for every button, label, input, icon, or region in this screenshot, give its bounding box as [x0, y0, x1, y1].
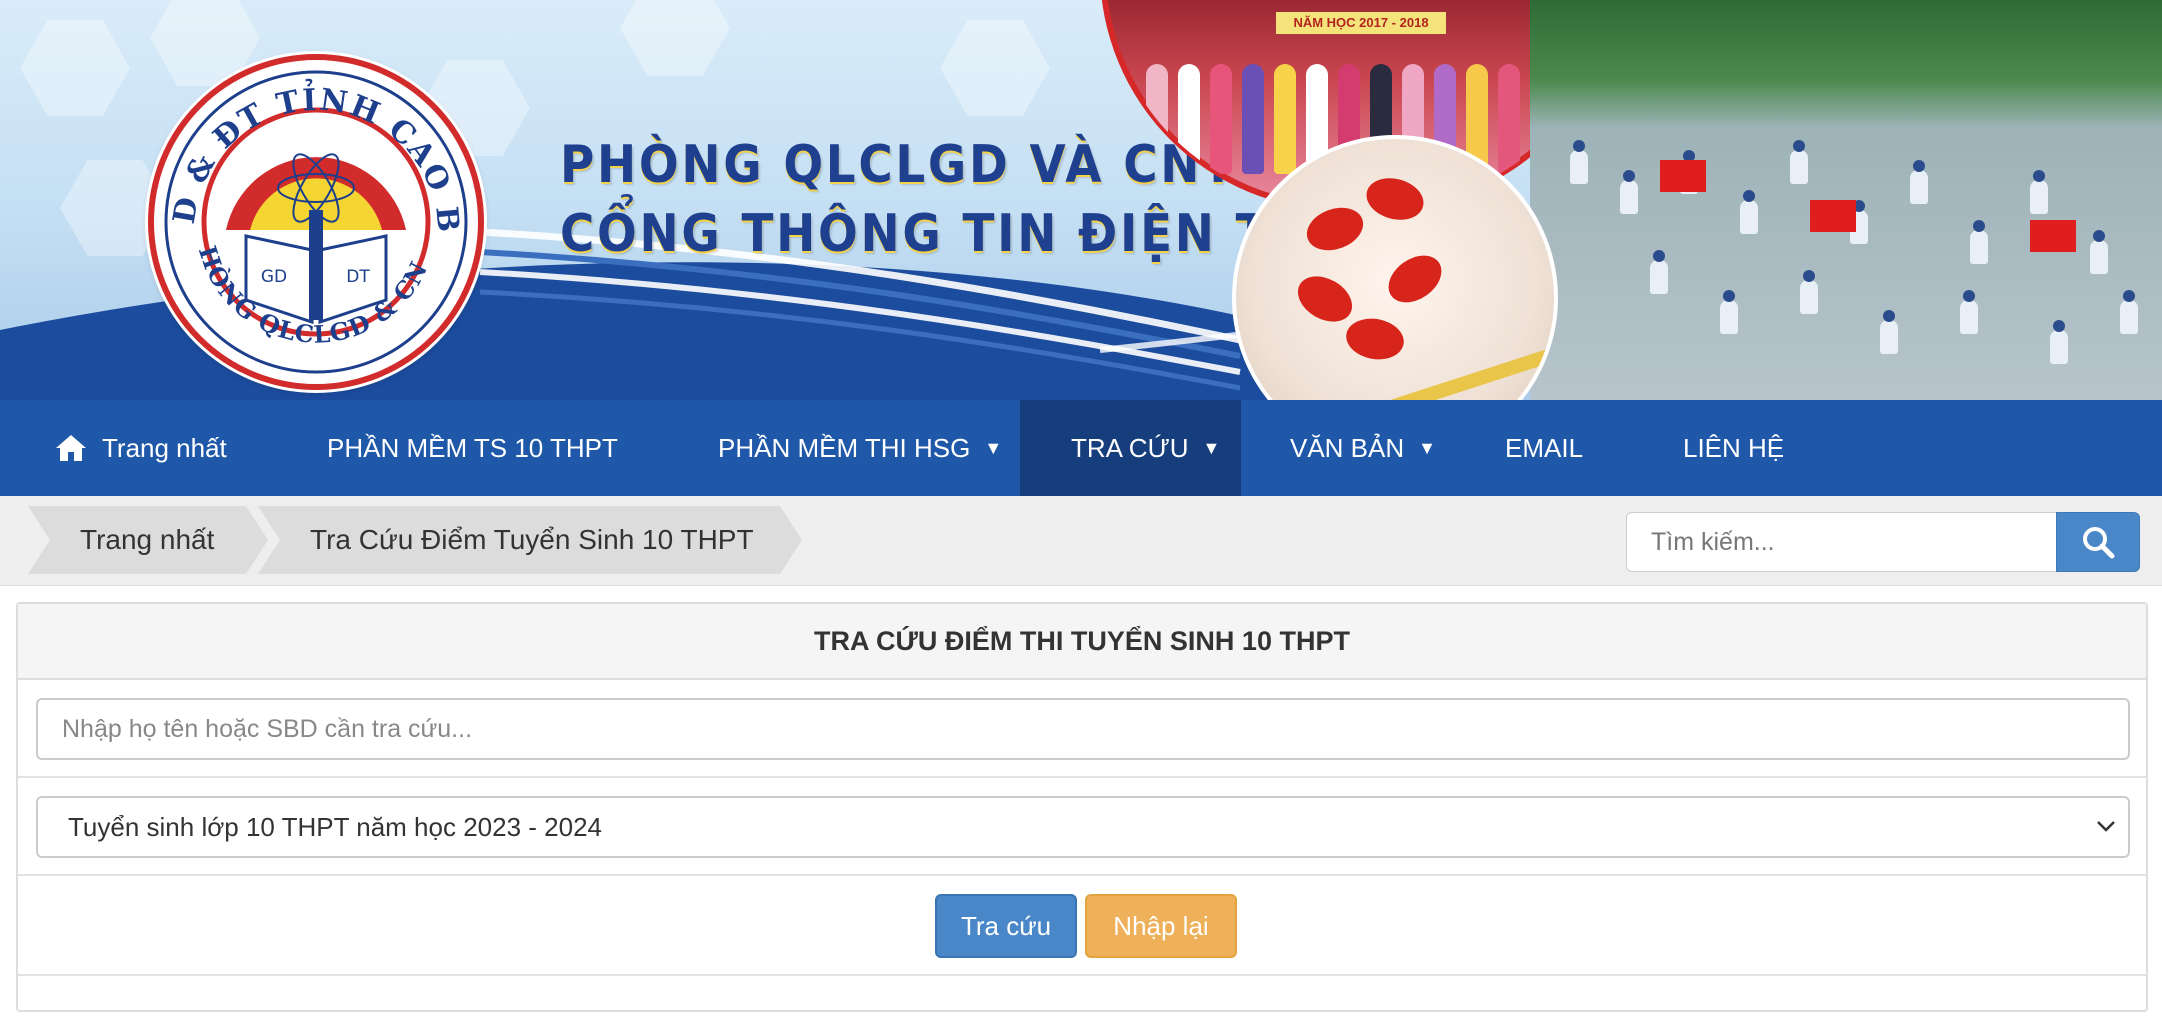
- lookup-submit-button[interactable]: Tra cứu: [935, 894, 1077, 958]
- nav-item-email[interactable]: EMAIL: [1505, 400, 1583, 496]
- nav-item-documents[interactable]: VĂN BẢN ▼: [1290, 400, 1436, 496]
- students-photo: [1530, 0, 2162, 400]
- score-lookup-panel: TRA CỨU ĐIỂM THI TUYỂN SINH 10 THPT Tuyể…: [16, 602, 2148, 1012]
- person-figure: [1274, 64, 1296, 174]
- svg-text:GD: GD: [261, 267, 287, 287]
- nav-item-label: EMAIL: [1505, 432, 1584, 463]
- breadcrumb-bar: Trang nhất Tra Cứu Điểm Tuyển Sinh 10 TH…: [0, 496, 2162, 586]
- name-or-sbd-input[interactable]: [36, 698, 2130, 760]
- caret-down-icon: ▼: [1202, 437, 1221, 458]
- person-figure: [1242, 64, 1264, 174]
- student-figure: [2030, 170, 2048, 214]
- nav-item-label: TRA CỨU: [1071, 432, 1189, 463]
- breadcrumb-item-current[interactable]: Tra Cứu Điểm Tuyển Sinh 10 THPT: [258, 506, 802, 574]
- breadcrumb-item-home[interactable]: Trang nhất: [28, 506, 268, 574]
- form-divider: [18, 974, 2146, 976]
- nav-item-hsg-software[interactable]: PHẦN MỀM THI HSG ▼: [718, 400, 1002, 496]
- home-icon: [56, 435, 86, 461]
- student-figure: [1800, 270, 1818, 314]
- nav-item-label: LIÊN HỆ: [1683, 432, 1785, 463]
- breadcrumb-label: Trang nhất: [80, 524, 215, 555]
- student-figure: [1910, 160, 1928, 204]
- panel-heading: TRA CỨU ĐIỂM THI TUYỂN SINH 10 THPT: [18, 604, 2146, 680]
- form-divider: [18, 776, 2146, 778]
- breadcrumb-label: Tra Cứu Điểm Tuyển Sinh 10 THPT: [310, 524, 754, 555]
- flag-graphic: [2030, 220, 2076, 252]
- nav-item-label: Trang nhất: [102, 432, 227, 463]
- nav-item-home[interactable]: Trang nhất: [54, 400, 227, 496]
- student-figure: [1650, 250, 1668, 294]
- reset-button[interactable]: Nhập lại: [1085, 894, 1237, 958]
- site-banner: SỞ GD & ĐT TỈNH CAO BẰNG PHÒNG QLCLGD & …: [0, 0, 2162, 400]
- photo-caption: NĂM HỌC 2017 - 2018: [1276, 12, 1446, 34]
- nav-item-label: PHẦN MỀM TS 10 THPT: [327, 432, 618, 463]
- chevron-down-icon: [2097, 821, 2115, 832]
- flower-petal: [1361, 172, 1429, 226]
- person-figure: [1178, 64, 1200, 174]
- main-navigation: Trang nhất PHẦN MỀM TS 10 THPT PHẦN MỀM …: [0, 400, 2162, 496]
- student-figure: [1880, 310, 1898, 354]
- flower-petal: [1379, 245, 1451, 313]
- nav-item-label: VĂN BẢN: [1290, 432, 1405, 463]
- site-search-input[interactable]: [1626, 512, 2058, 572]
- student-figure: [1960, 290, 1978, 334]
- person-figure: [1146, 64, 1168, 174]
- nav-item-ts10-software[interactable]: PHẦN MỀM TS 10 THPT: [327, 400, 618, 496]
- student-figure: [2050, 320, 2068, 364]
- flag-graphic: [1660, 160, 1706, 192]
- exam-year-selected-value: Tuyển sinh lớp 10 THPT năm học 2023 - 20…: [68, 811, 602, 842]
- flower-petal: [1289, 267, 1361, 331]
- flower-petal: [1300, 200, 1370, 258]
- form-divider: [18, 874, 2146, 876]
- nav-item-label: PHẦN MỀM THI HSG: [718, 432, 971, 463]
- student-figure: [1790, 140, 1808, 184]
- department-logo: SỞ GD & ĐT TỈNH CAO BẰNG PHÒNG QLCLGD & …: [148, 54, 484, 390]
- svg-text:DT: DT: [346, 267, 370, 287]
- flower-petal: [1342, 314, 1408, 364]
- student-figure: [1570, 140, 1588, 184]
- search-icon: [2083, 527, 2115, 559]
- student-figure: [2120, 290, 2138, 334]
- search-button[interactable]: [2056, 512, 2140, 572]
- student-figure: [1740, 190, 1758, 234]
- caret-down-icon: ▼: [984, 437, 1003, 458]
- flag-graphic: [1810, 200, 1856, 232]
- caret-down-icon: ▼: [1418, 437, 1436, 458]
- banner-title-line2: CỔNG THÔNG TIN ĐIỆN TỬ: [560, 204, 1313, 264]
- student-figure: [1620, 170, 1638, 214]
- student-figure: [1970, 220, 1988, 264]
- person-figure: [1210, 64, 1232, 174]
- student-figure: [2090, 230, 2108, 274]
- exam-year-select[interactable]: Tuyển sinh lớp 10 THPT năm học 2023 - 20…: [36, 796, 2130, 858]
- nav-item-lookup[interactable]: TRA CỨU ▼: [1020, 400, 1241, 496]
- student-figure: [1720, 290, 1738, 334]
- nav-item-contact[interactable]: LIÊN HỆ: [1683, 400, 1784, 496]
- person-figure: [1498, 64, 1520, 174]
